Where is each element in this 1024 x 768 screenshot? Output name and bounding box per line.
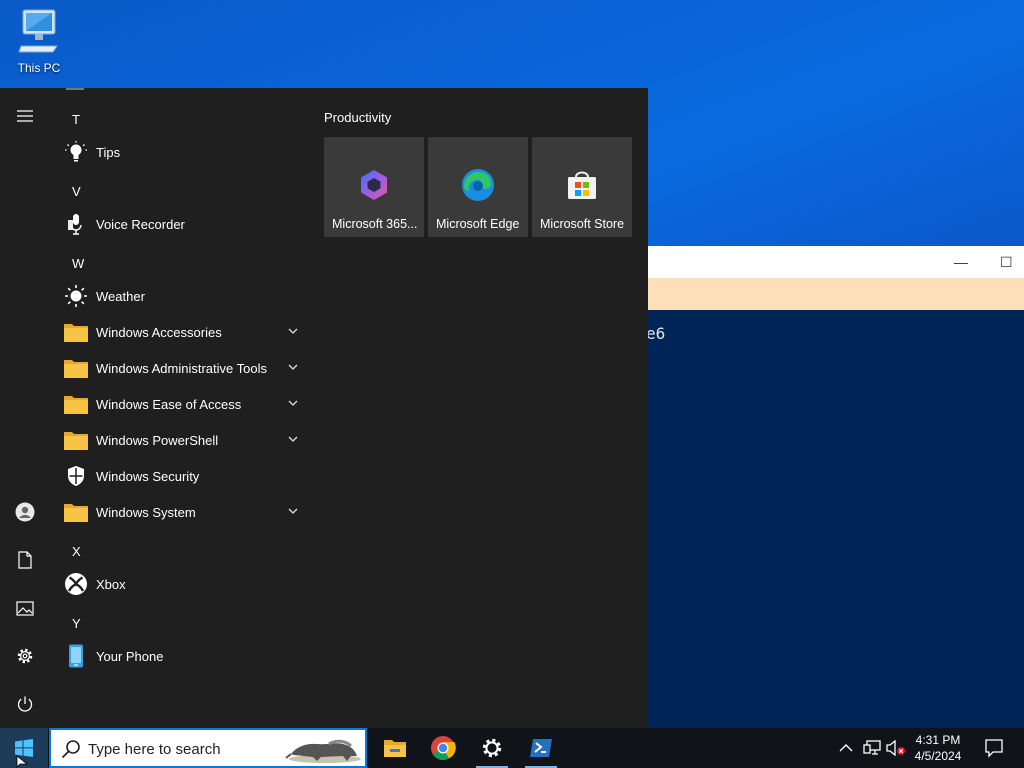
taskbar-clock[interactable]: 4:31 PM 4/5/2024 [908, 732, 968, 764]
windows-logo-icon [15, 739, 33, 757]
app-windows-security[interactable]: Windows Security [60, 460, 310, 492]
app-tips[interactable]: Tips [60, 136, 310, 168]
desktop-icon-this-pc[interactable]: This PC [10, 8, 68, 75]
letter-header-y[interactable]: Y [72, 616, 81, 631]
letter-header-v[interactable]: V [72, 184, 81, 199]
documents-icon[interactable] [13, 548, 37, 572]
tile-label: Microsoft Store [540, 217, 625, 231]
taskbar-settings[interactable] [468, 728, 516, 768]
network-icon [863, 740, 881, 755]
folder-icon [60, 496, 92, 528]
app-voice-recorder[interactable]: Voice Recorder [60, 208, 310, 240]
folder-icon [60, 352, 92, 384]
edge-icon [462, 169, 494, 201]
search-highlight-illustration [285, 739, 361, 763]
app-name: Windows Security [96, 468, 200, 484]
app-name: Windows Administrative Tools [96, 360, 267, 376]
microphone-icon [60, 208, 92, 240]
app-your-phone[interactable]: Your Phone [60, 640, 310, 672]
hamburger-menu-icon[interactable] [13, 104, 37, 128]
app-name: Windows Ease of Access [96, 396, 242, 412]
folder-icon [60, 316, 92, 348]
user-icon[interactable] [13, 500, 37, 524]
powershell-icon [530, 739, 552, 757]
taskbar-file-explorer[interactable] [371, 728, 419, 768]
app-windows-ease-of-access[interactable]: Windows Ease of Access [60, 388, 310, 420]
app-name: Windows System [96, 504, 196, 520]
volume-button[interactable] [884, 728, 908, 768]
tile-label: Microsoft 365... [332, 217, 418, 231]
shield-icon [60, 460, 92, 492]
chevron-down-icon[interactable] [286, 324, 300, 338]
chevron-down-icon[interactable] [286, 360, 300, 374]
app-weather[interactable]: Weather [60, 280, 310, 312]
window-info-bar [600, 278, 1024, 310]
pictures-icon[interactable] [13, 596, 37, 620]
taskbar: Type here to search 4:31 PM 4/5/2024 [0, 728, 1024, 768]
desktop-icon-label: This PC [17, 61, 61, 75]
letter-header-t[interactable]: T [72, 112, 80, 127]
chevron-down-icon[interactable] [286, 396, 300, 410]
letter-header-x[interactable]: X [72, 544, 81, 559]
app-name: Windows Accessories [96, 324, 222, 340]
search-icon [61, 740, 80, 759]
app-list[interactable]: T Tips V Voice Recorder W Weather Window… [50, 88, 310, 728]
app-name: Weather [96, 288, 145, 304]
letter-header-w[interactable]: W [72, 256, 84, 271]
chevron-down-icon[interactable] [286, 432, 300, 446]
folder-icon [60, 424, 92, 456]
lightbulb-icon [60, 136, 92, 168]
computer-icon [18, 9, 58, 53]
tile-microsoft-edge[interactable]: Microsoft Edge [428, 137, 528, 237]
xbox-icon [60, 568, 92, 600]
network-button[interactable] [860, 728, 884, 768]
settings-icon[interactable] [13, 644, 37, 668]
previous-section-marker [66, 88, 84, 90]
tile-label: Microsoft Edge [436, 217, 520, 231]
chrome-icon [431, 736, 456, 761]
app-windows-system[interactable]: Windows System [60, 496, 310, 528]
power-icon[interactable] [13, 692, 37, 716]
search-placeholder: Type here to search [88, 741, 221, 758]
app-name: Tips [96, 144, 121, 160]
chevron-up-icon [839, 744, 853, 752]
phone-icon [60, 640, 92, 672]
app-windows-powershell[interactable]: Windows PowerShell [60, 424, 310, 456]
app-windows-accessories[interactable]: Windows Accessories [60, 316, 310, 348]
tile-microsoft-365[interactable]: Microsoft 365... [324, 137, 424, 237]
maximize-button[interactable]: ☐ [1000, 254, 1013, 271]
app-name: Xbox [96, 576, 126, 592]
app-name: Voice Recorder [96, 216, 185, 232]
microsoft-365-icon [361, 170, 387, 200]
action-center-button[interactable] [984, 738, 1004, 763]
chevron-down-icon[interactable] [286, 504, 300, 518]
clock-date: 4/5/2024 [914, 749, 962, 763]
app-windows-administrative-tools[interactable]: Windows Administrative Tools [60, 352, 310, 384]
window-text: e6 [646, 324, 666, 343]
show-hidden-icons-button[interactable] [836, 728, 856, 768]
start-menu-rail [0, 88, 50, 728]
app-name: Your Phone [96, 648, 164, 664]
taskbar-chrome[interactable] [419, 728, 467, 768]
store-icon [568, 171, 596, 199]
taskbar-powershell[interactable] [517, 728, 565, 768]
start-menu: T Tips V Voice Recorder W Weather Window… [0, 88, 648, 728]
search-box[interactable]: Type here to search [49, 728, 367, 768]
notification-icon [985, 739, 1003, 758]
folder-icon [60, 388, 92, 420]
app-xbox[interactable]: Xbox [60, 568, 310, 600]
window-titlebar[interactable]: — ☐ [600, 246, 1024, 278]
volume-muted-icon [886, 740, 905, 756]
tile-group-title[interactable]: Productivity [324, 110, 391, 125]
sun-icon [60, 280, 92, 312]
mouse-cursor-icon [16, 756, 28, 768]
tile-microsoft-store[interactable]: Microsoft Store [532, 137, 632, 237]
settings-icon [482, 738, 502, 758]
minimize-button[interactable]: — [954, 254, 968, 270]
app-name: Windows PowerShell [96, 432, 219, 448]
file-explorer-icon [384, 740, 406, 757]
clock-time: 4:31 PM [915, 733, 961, 747]
background-window[interactable]: — ☐ e6 [600, 246, 1024, 728]
